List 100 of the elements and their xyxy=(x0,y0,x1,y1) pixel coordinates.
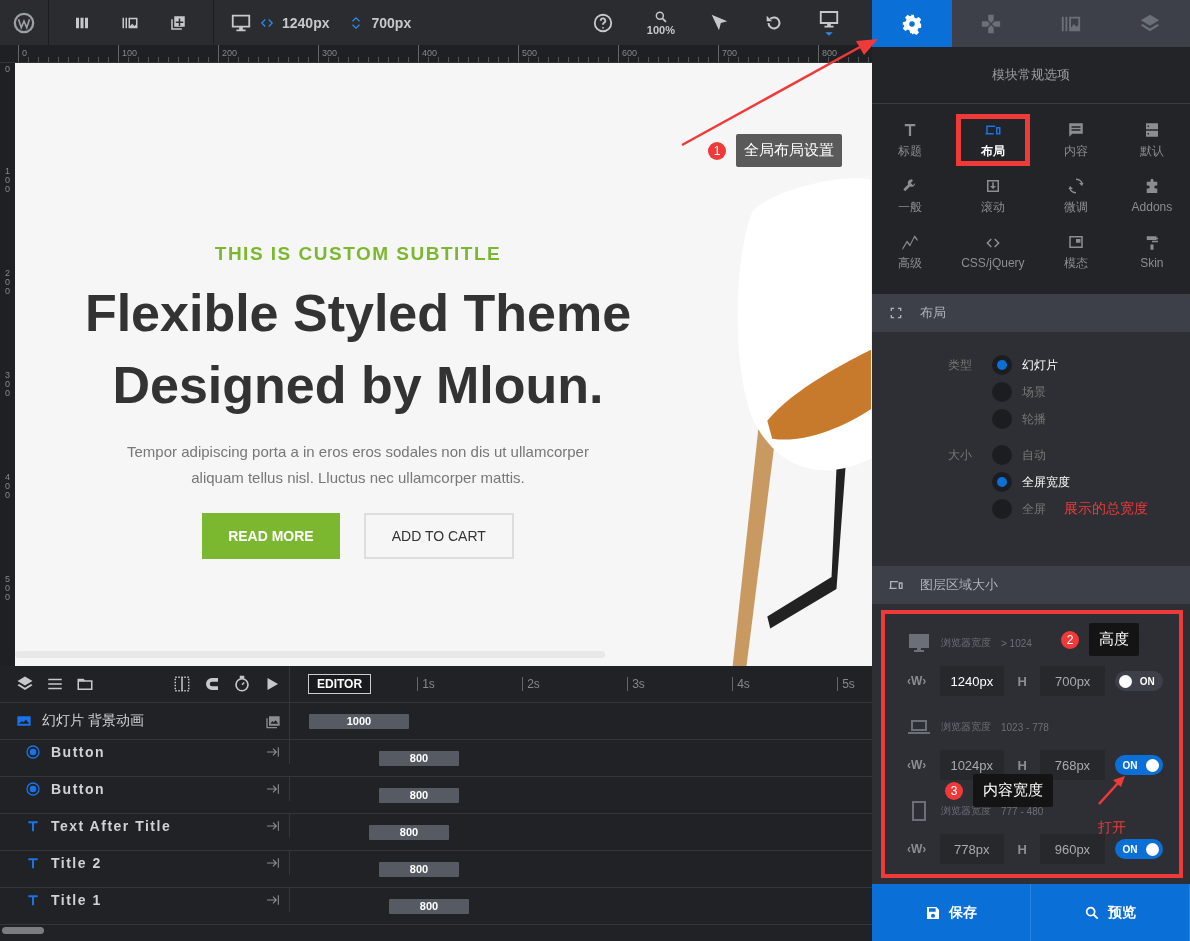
preview-button[interactable]: 预览 xyxy=(1031,884,1190,941)
radio-button[interactable] xyxy=(992,355,1012,375)
option-tab[interactable]: 微调 xyxy=(1045,170,1106,222)
field-label: 类型 xyxy=(948,357,973,374)
ruler-label: 400 xyxy=(5,471,10,502)
layer-item[interactable]: Button xyxy=(0,777,290,801)
panel-title: 模块常规选项 xyxy=(872,47,1190,104)
toggle-switch[interactable]: ON xyxy=(1114,671,1163,691)
time-label: 3s xyxy=(627,677,733,691)
arrow-to-end-icon[interactable] xyxy=(265,744,281,760)
option-tab[interactable]: 内容 xyxy=(1045,114,1106,166)
save-icon xyxy=(925,904,941,921)
height-input[interactable]: 700px xyxy=(1040,666,1105,696)
ruler-label: 500 xyxy=(5,573,10,604)
slide-subtitle: THIS IS CUSTOM SUBTITLE xyxy=(214,243,502,265)
step-number: 2 xyxy=(1061,630,1079,649)
editor-button[interactable]: EDITOR xyxy=(308,674,372,694)
save-button[interactable]: 保存 xyxy=(872,884,1031,941)
option-tab[interactable]: 一般 xyxy=(880,170,941,222)
time-label: 2s xyxy=(522,677,628,691)
height-input[interactable]: 768px xyxy=(1040,750,1105,780)
step-number: 1 xyxy=(708,141,726,160)
text-icon xyxy=(25,818,41,834)
monitor-icon xyxy=(907,631,931,655)
timeline-bar[interactable]: 800 xyxy=(379,787,459,803)
width-label: ‹W› xyxy=(907,842,928,856)
toggle-switch[interactable]: ON xyxy=(1114,839,1163,859)
option-tab[interactable]: CSS/jQuery xyxy=(956,226,1030,278)
timeline-bar[interactable]: 800 xyxy=(369,824,449,840)
help-icon[interactable] xyxy=(591,11,614,34)
slide-title: Designed by Mloun. xyxy=(112,355,604,416)
radio-label: 自动 xyxy=(1022,446,1046,464)
toggle-switch[interactable]: ON xyxy=(1114,755,1163,775)
width-range: 1023 - 778 xyxy=(1001,721,1049,733)
panel-tab[interactable] xyxy=(872,0,952,47)
comment-icon xyxy=(1066,120,1085,139)
radio-target-icon xyxy=(25,781,41,797)
arrow-to-end-icon[interactable] xyxy=(265,855,281,871)
text-icon xyxy=(25,855,41,871)
height-label: H xyxy=(1016,757,1028,773)
section-title: 布局 xyxy=(920,304,946,322)
monitor-icon[interactable] xyxy=(818,8,840,37)
gallery-icon[interactable] xyxy=(265,713,281,729)
radio-button[interactable] xyxy=(992,472,1012,492)
sync-icon xyxy=(1066,176,1085,195)
scrollbar-thumb[interactable] xyxy=(2,927,44,934)
search-icon xyxy=(653,9,668,24)
timeline-bar[interactable]: 800 xyxy=(379,750,459,766)
timeline-bar[interactable]: 800 xyxy=(379,861,459,877)
height-value[interactable]: 700px xyxy=(371,14,412,31)
horizontal-scrollbar[interactable] xyxy=(15,651,605,658)
radio-target-icon xyxy=(25,744,41,760)
image-icon xyxy=(16,713,32,729)
fullscreen-icon xyxy=(888,305,904,321)
timeline-bar[interactable]: 800 xyxy=(389,898,469,914)
stopwatch-icon[interactable] xyxy=(233,675,251,693)
radio-label: 场景 xyxy=(1022,383,1046,401)
ruler-label: 100 xyxy=(118,45,218,62)
width-input[interactable]: 1024px xyxy=(939,750,1004,780)
layer-item[interactable]: Title 2 xyxy=(0,851,290,875)
layer-item[interactable]: Text After Title xyxy=(0,814,290,838)
radio-label: 轮播 xyxy=(1022,410,1046,428)
zoom-button[interactable]: 100% xyxy=(646,9,675,36)
option-tab[interactable]: 默认 xyxy=(1121,114,1182,166)
layers-icon[interactable] xyxy=(16,675,34,693)
layer-item[interactable]: Title 1 xyxy=(0,888,290,912)
option-tab[interactable]: 模态 xyxy=(1045,226,1106,278)
layer-item[interactable]: Button xyxy=(0,740,290,764)
height-input[interactable]: 960px xyxy=(1040,834,1105,864)
ruler-label: 100 xyxy=(5,165,10,196)
width-label: ‹W› xyxy=(907,674,928,688)
add-to-cart-button[interactable]: ADD TO CART xyxy=(363,513,514,559)
timeline-bar[interactable]: 1000 xyxy=(309,713,409,729)
width-input[interactable]: 1240px xyxy=(939,666,1004,696)
arrow-to-end-icon[interactable] xyxy=(265,818,281,834)
width-input[interactable]: 778px xyxy=(939,834,1004,864)
option-tab[interactable]: Skin xyxy=(1121,226,1182,278)
option-tab[interactable]: 标题 xyxy=(880,114,941,166)
field-label: 大小 xyxy=(948,447,973,464)
arrow-to-end-icon[interactable] xyxy=(265,892,281,908)
arrow-to-end-icon[interactable] xyxy=(265,781,281,797)
ruler-label: 200 xyxy=(5,267,10,298)
annotation-arrow xyxy=(1097,774,1127,806)
logo-icon[interactable] xyxy=(13,11,35,34)
width-range: 777 - 480 xyxy=(1001,805,1044,817)
width-value[interactable]: 1240px xyxy=(282,14,330,31)
layer-item[interactable]: 幻灯片 背景动画 xyxy=(0,703,290,739)
option-tab[interactable]: Addons xyxy=(1121,170,1182,222)
settings-icon xyxy=(900,12,923,35)
option-tab[interactable]: 滚动 xyxy=(956,170,1030,222)
move-icon xyxy=(980,12,1003,35)
trend-icon xyxy=(901,232,920,251)
add-layer-icon[interactable] xyxy=(169,13,187,32)
annotation-tooltip: 全局布局设置 xyxy=(736,134,842,167)
option-tab[interactable]: 布局 xyxy=(956,114,1030,166)
radio-label: 幻灯片 xyxy=(1022,356,1058,374)
magnet-icon[interactable] xyxy=(203,675,221,693)
option-tab[interactable]: 高级 xyxy=(880,226,941,278)
grid-icon[interactable] xyxy=(173,675,191,693)
time-label: 1s xyxy=(417,677,523,691)
